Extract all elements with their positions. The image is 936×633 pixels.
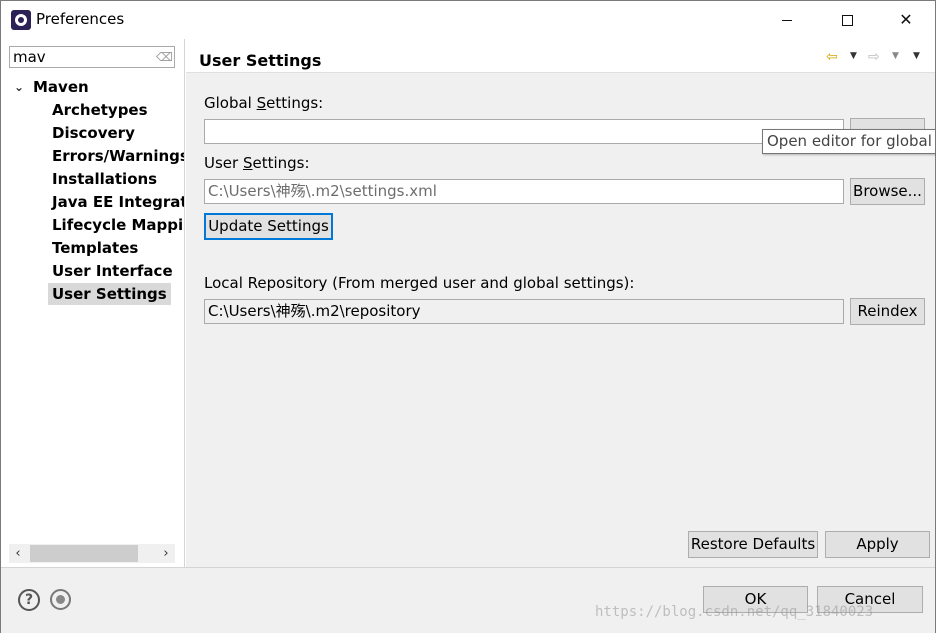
user-settings-field[interactable]: C:\Users\神殇\.m2\settings.xml xyxy=(204,179,844,204)
tree-item-label: Maven xyxy=(33,78,89,96)
tree-item-errors-warnings[interactable]: Errors/Warnings xyxy=(52,145,184,167)
local-repository-field[interactable]: C:\Users\神殇\.m2\repository xyxy=(204,299,844,324)
window-title: Preferences xyxy=(36,10,125,28)
forward-arrow-icon[interactable]: ⇨ xyxy=(868,49,886,65)
global-settings-label: Global Settings: xyxy=(204,94,323,112)
local-repository-label: Local Repository (From merged user and g… xyxy=(204,274,635,292)
global-settings-label-post: ettings: xyxy=(266,94,324,112)
user-settings-label-post: ettings: xyxy=(252,154,310,172)
close-icon: ✕ xyxy=(899,10,913,29)
tree-item-archetypes[interactable]: Archetypes xyxy=(52,99,148,121)
preference-tree-pane: ⌫ ⌄ Maven Archetypes Discovery Errors/Wa… xyxy=(1,39,185,567)
tree-item-java-ee-integration[interactable]: Java EE Integrati xyxy=(52,191,184,213)
back-dropdown-icon[interactable]: ▼ xyxy=(850,51,857,61)
user-settings-label: User Settings: xyxy=(204,154,310,172)
settings-page: User Settings ⇦ ▼ ⇨ ▼ ▼ Global Settings:… xyxy=(186,39,935,567)
preferences-window: Preferences ✕ ⌫ ⌄ Maven Archetypes Disco… xyxy=(0,0,936,633)
dialog-button-bar: ? OK Cancel xyxy=(1,567,935,633)
page-title: User Settings xyxy=(199,51,322,70)
view-menu-icon[interactable]: ▼ xyxy=(913,51,920,61)
eclipse-icon xyxy=(11,10,31,30)
help-icon[interactable]: ? xyxy=(18,589,40,611)
tooltip: Open editor for global s xyxy=(762,129,936,154)
minimize-icon xyxy=(782,20,792,21)
record-macro-icon[interactable] xyxy=(50,589,71,610)
scroll-right-icon[interactable]: › xyxy=(157,544,175,563)
clear-filter-icon[interactable]: ⌫ xyxy=(156,50,173,64)
preference-tree: ⌄ Maven Archetypes Discovery Errors/Warn… xyxy=(1,76,184,541)
browse-button[interactable]: Browse... xyxy=(850,178,925,205)
minimize-button[interactable] xyxy=(764,1,810,38)
watermark: https://blog.csdn.net/qq_31840023 xyxy=(595,604,874,620)
reindex-button[interactable]: Reindex xyxy=(850,298,925,325)
scroll-left-icon[interactable]: ‹ xyxy=(9,544,27,563)
tree-item-discovery[interactable]: Discovery xyxy=(52,122,135,144)
global-settings-label-mnemonic: S xyxy=(256,94,267,112)
back-arrow-icon[interactable]: ⇦ xyxy=(826,49,844,65)
tree-horizontal-scrollbar[interactable]: ‹ › xyxy=(9,544,175,563)
close-button[interactable]: ✕ xyxy=(883,1,929,38)
user-settings-label-pre: User xyxy=(204,154,243,172)
scrollbar-thumb[interactable] xyxy=(30,545,138,562)
tree-item-lifecycle-mappings[interactable]: Lifecycle Mappir xyxy=(52,214,184,236)
tree-item-maven[interactable]: ⌄ Maven xyxy=(1,76,184,98)
global-settings-label-pre: Global xyxy=(204,94,257,112)
global-settings-field[interactable] xyxy=(204,119,844,144)
tree-item-user-settings[interactable]: User Settings xyxy=(48,283,171,305)
user-settings-label-mnemonic: S xyxy=(242,154,253,172)
chevron-down-icon[interactable]: ⌄ xyxy=(14,76,26,98)
maximize-icon xyxy=(841,15,853,26)
update-settings-button[interactable]: Update Settings xyxy=(204,213,333,240)
page-header: User Settings ⇦ ▼ ⇨ ▼ ▼ xyxy=(186,39,935,73)
forward-dropdown-icon[interactable]: ▼ xyxy=(892,51,899,61)
maximize-button[interactable] xyxy=(824,1,870,38)
filter-input[interactable] xyxy=(10,47,150,67)
title-bar: Preferences ✕ xyxy=(1,1,935,38)
tree-item-templates[interactable]: Templates xyxy=(52,237,138,259)
tree-item-installations[interactable]: Installations xyxy=(52,168,157,190)
filter-box: ⌫ xyxy=(9,46,175,68)
restore-defaults-button[interactable]: Restore Defaults xyxy=(688,531,818,558)
apply-button[interactable]: Apply xyxy=(825,531,930,558)
tree-item-user-interface[interactable]: User Interface xyxy=(52,260,173,282)
